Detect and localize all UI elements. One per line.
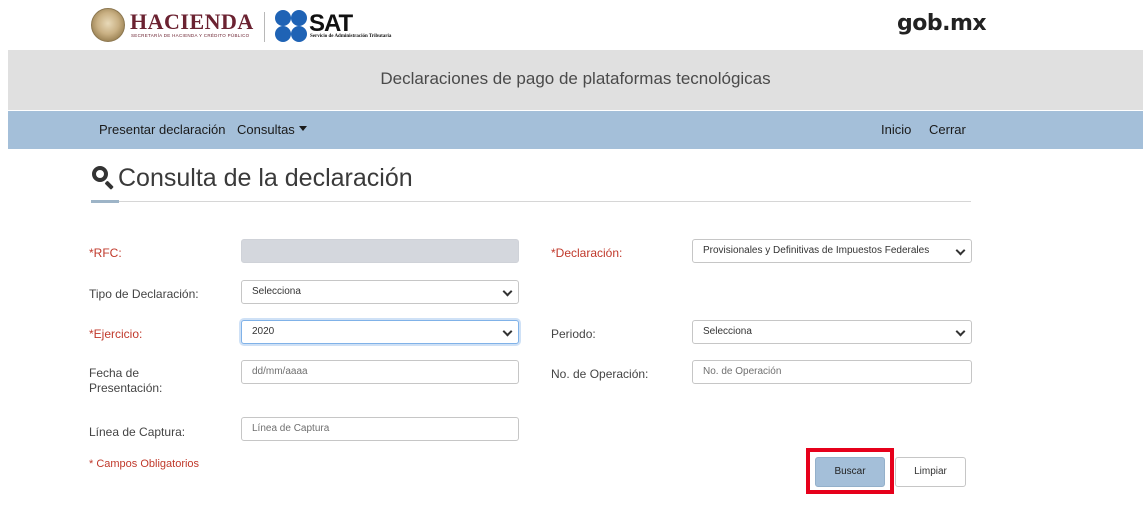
page-title: Consulta de la declaración [91,164,413,193]
nav-presentar-declaracion[interactable]: Presentar declaración [99,122,225,137]
nav-consultas-dropdown[interactable]: Consultas [237,122,307,137]
chevron-down-icon [502,326,513,337]
fecha-presentacion-label-line2: Presentación: [89,381,163,395]
rfc-field[interactable] [241,239,519,263]
gobmx-logo[interactable]: gob.mx [897,11,987,36]
chevron-down-icon [502,286,513,297]
logo-divider [264,12,265,42]
nav-presentar-declaracion-label: Presentar declaración [99,122,226,137]
tipo-declaracion-value: Selecciona [252,286,301,297]
no-operacion-placeholder: No. de Operación [703,366,782,377]
caret-down-icon [298,126,307,132]
declaracion-select[interactable]: Provisionales y Definitivas de Impuestos… [692,239,972,263]
no-operacion-label: No. de Operación: [551,367,649,381]
tipo-declaracion-select[interactable]: Selecciona [241,280,519,304]
limpiar-button[interactable]: Limpiar [895,457,966,487]
mexico-seal-icon [91,8,125,42]
chevron-down-icon [955,326,966,337]
linea-captura-label: Línea de Captura: [89,425,186,439]
fecha-presentacion-label-line1: Fecha de [89,366,140,380]
nav-inicio[interactable]: Inicio [881,122,911,137]
hacienda-logo-subtitle: SECRETARÍA DE HACIENDA Y CRÉDITO PÚBLICO [131,33,250,38]
fecha-presentacion-input[interactable]: dd/mm/aaaa [241,360,519,384]
required-fields-note: * Campos Obligatorios [89,458,200,470]
nav-cerrar[interactable]: Cerrar [929,122,966,137]
title-bar: Declaraciones de pago de plataformas tec… [8,50,1143,110]
linea-captura-placeholder: Línea de Captura [252,423,330,434]
main-navbar: Presentar declaración Consultas Inicio C… [8,111,1143,149]
hacienda-logo-text: HACIENDA [130,9,254,34]
sat-logo-icon [274,10,308,42]
declaracion-value: Provisionales y Definitivas de Impuestos… [703,245,930,256]
rfc-label: *RFC: [89,246,122,260]
heading-accent-bar [91,200,119,203]
no-operacion-input[interactable]: No. de Operación [692,360,972,384]
page-title-text: Consulta de la declaración [118,164,413,192]
nav-consultas-label: Consultas [237,122,295,137]
nav-inicio-label: Inicio [881,122,912,137]
app-title: Declaraciones de pago de plataformas tec… [380,69,771,88]
periodo-select[interactable]: Selecciona [692,320,972,344]
periodo-label: Periodo: [551,327,596,341]
top-header: HACIENDA SECRETARÍA DE HACIENDA Y CRÉDIT… [0,0,1143,48]
nav-cerrar-label: Cerrar [929,122,966,137]
periodo-value: Selecciona [703,326,752,337]
fecha-presentacion-label: Fecha de Presentación: [89,366,162,396]
sat-logo-subtitle: Servicio de Administración Tributaria [310,34,392,39]
ejercicio-label: *Ejercicio: [89,327,143,341]
heading-divider [91,201,971,202]
chevron-down-icon [955,245,966,256]
linea-captura-input[interactable]: Línea de Captura [241,417,519,441]
search-icon [91,165,115,190]
tipo-declaracion-label: Tipo de Declaración: [89,287,199,301]
buscar-highlight-box [806,448,894,494]
fecha-presentacion-placeholder: dd/mm/aaaa [252,366,308,377]
ejercicio-value: 2020 [252,326,275,337]
declaracion-label: *Declaración: [551,246,623,260]
ejercicio-select[interactable]: 2020 [241,320,519,344]
